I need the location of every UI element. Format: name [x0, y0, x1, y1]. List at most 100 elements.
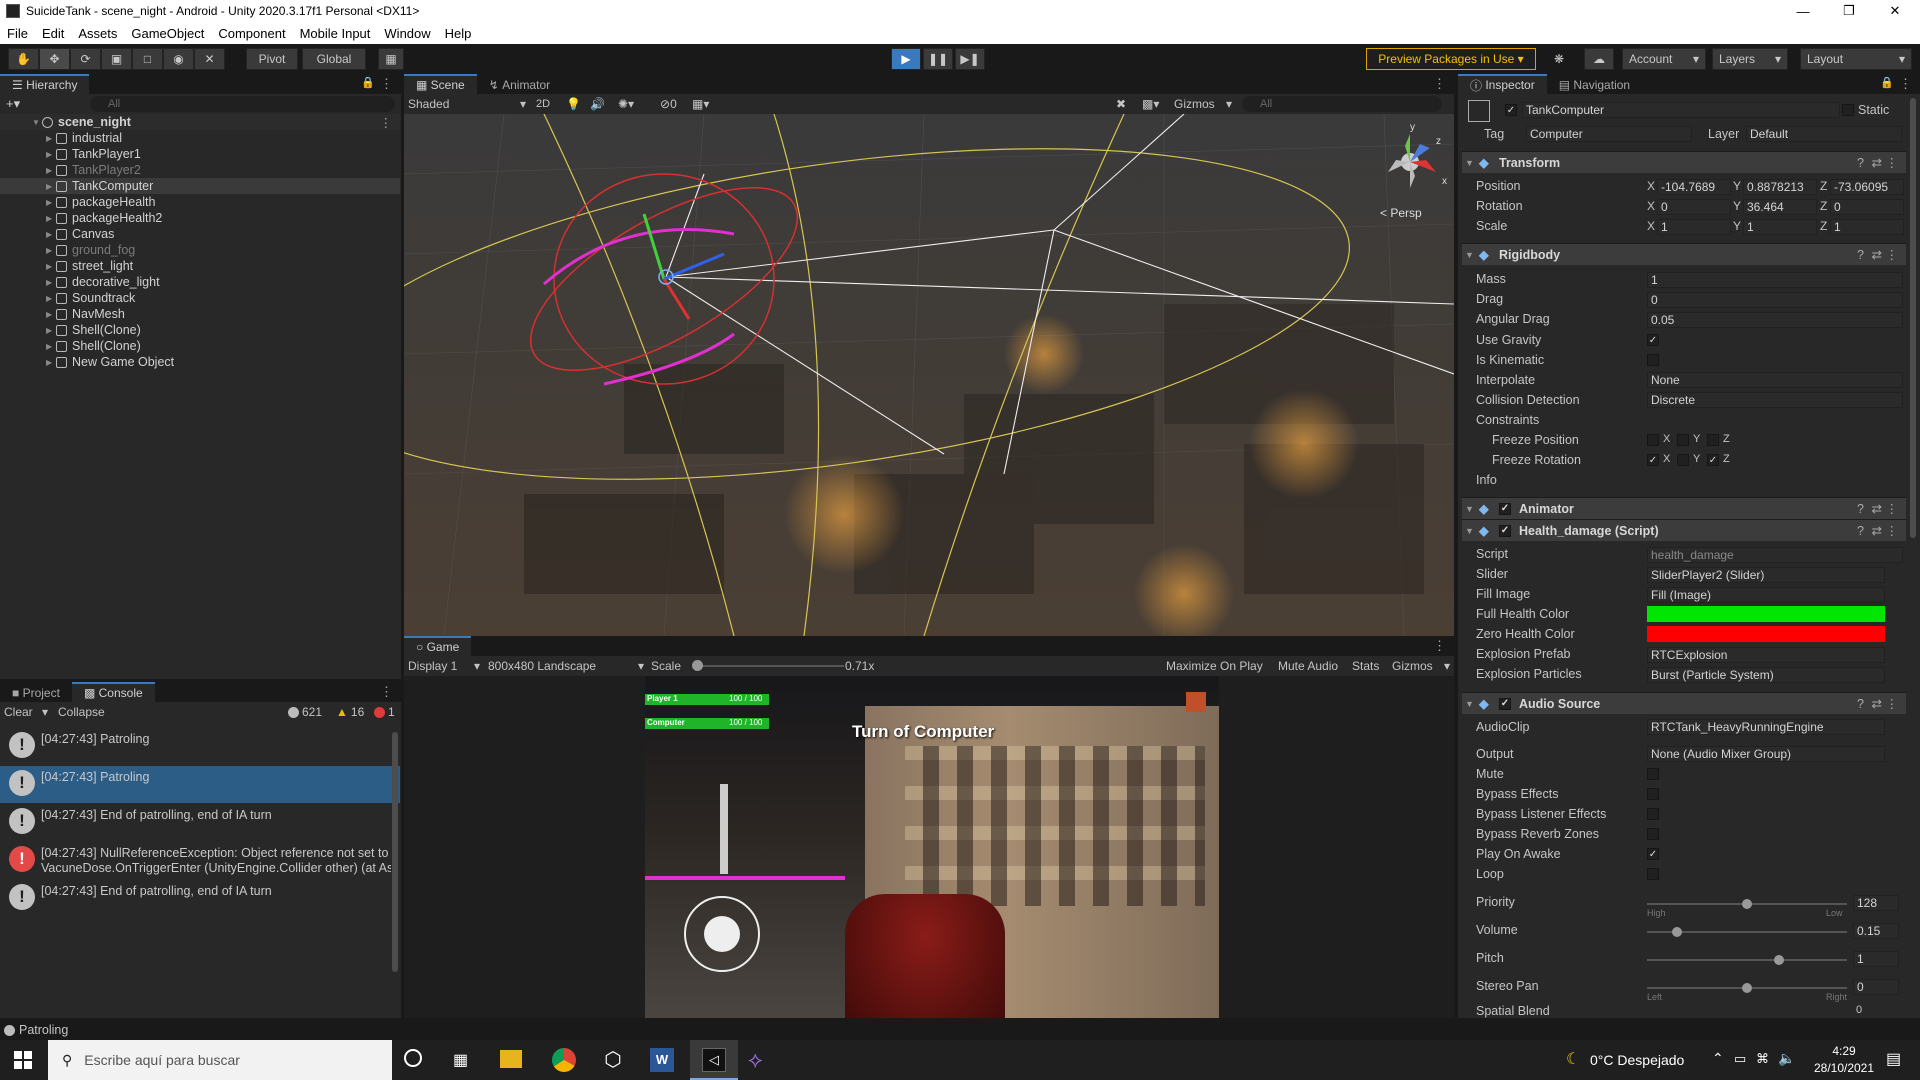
- display-dropdown[interactable]: Display 1 ▾: [408, 659, 480, 673]
- drag-field[interactable]: 0: [1647, 292, 1903, 308]
- visual-studio-icon[interactable]: ⟡: [748, 1048, 772, 1072]
- audio-source-header[interactable]: ▼ ◆ ✓ Audio Source? ⇄ ⋮: [1462, 692, 1906, 714]
- kebab-menu-icon[interactable]: ⋮: [1886, 501, 1899, 516]
- kebab-menu-icon[interactable]: ⋮: [1886, 523, 1899, 538]
- foldout-arrow-icon[interactable]: ▼: [1465, 699, 1479, 709]
- console-log-row[interactable]: ! [04:27:43] NullReferenceException: Obje…: [0, 842, 400, 879]
- rect-tool-button[interactable]: □: [132, 48, 163, 70]
- menu-item[interactable]: Window: [377, 26, 437, 41]
- hierarchy-item[interactable]: ▶ Soundtrack: [0, 290, 400, 306]
- expand-arrow-icon[interactable]: ▶: [46, 214, 56, 223]
- freeze-rotation-x-checkbox[interactable]: ✓: [1647, 454, 1659, 466]
- hierarchy-item[interactable]: ▶ industrial: [0, 130, 400, 146]
- foldout-arrow-icon[interactable]: ▼: [1465, 504, 1479, 514]
- kebab-menu-icon[interactable]: ⋮: [380, 684, 393, 700]
- kebab-menu-icon[interactable]: ⋮: [1886, 155, 1899, 170]
- brz-checkbox[interactable]: [1647, 828, 1659, 840]
- console-log-row[interactable]: ! [04:27:43] Patroling: [0, 728, 400, 765]
- tab-hierarchy[interactable]: ☰ Hierarchy: [0, 74, 90, 94]
- explosion-particles-field[interactable]: Burst (Particle System): [1647, 667, 1885, 683]
- transform-tool-button[interactable]: ◉: [163, 48, 194, 70]
- account-dropdown[interactable]: Account ▾: [1622, 48, 1706, 70]
- console-scrollbar[interactable]: [392, 732, 398, 972]
- tab-game[interactable]: ○ Game: [404, 636, 472, 656]
- hierarchy-item[interactable]: ▶ TankPlayer2: [0, 162, 400, 178]
- interpolate-dropdown[interactable]: None: [1647, 372, 1903, 388]
- scene-viewport[interactable]: [404, 114, 1454, 636]
- clear-options-icon[interactable]: ▾: [42, 705, 48, 719]
- collapse-toggle[interactable]: Collapse: [58, 705, 105, 719]
- help-icon[interactable]: ?: [1857, 697, 1864, 711]
- scale-slider[interactable]: [692, 660, 844, 671]
- expand-arrow-icon[interactable]: ▶: [46, 166, 56, 175]
- tab-console[interactable]: ▩ Console: [71, 682, 155, 702]
- hierarchy-item[interactable]: ▶ TankComputer: [0, 178, 400, 194]
- tab-scene[interactable]: ▦ Scene: [404, 74, 477, 94]
- object-name-field[interactable]: TankComputer: [1522, 102, 1840, 118]
- fill-image-field[interactable]: Fill (Image): [1647, 587, 1885, 603]
- joystick-knob[interactable]: [704, 916, 740, 952]
- animator-header[interactable]: ▼ ◆ ✓ Animator? ⇄ ⋮: [1462, 497, 1906, 519]
- collision-detection-dropdown[interactable]: Discrete: [1647, 392, 1903, 408]
- lock-icon[interactable]: 🔒: [1880, 76, 1894, 89]
- menu-item[interactable]: GameObject: [124, 26, 211, 41]
- shading-dropdown[interactable]: Shaded ▾: [408, 97, 526, 111]
- pause-button[interactable]: ❚❚: [923, 48, 953, 70]
- battery-icon[interactable]: ▭: [1734, 1051, 1746, 1067]
- kebab-menu-icon[interactable]: ⋮: [380, 115, 393, 130]
- transform-z-field[interactable]: 1: [1830, 219, 1904, 235]
- global-toggle[interactable]: Global: [302, 48, 366, 70]
- hierarchy-item[interactable]: ▶ Canvas: [0, 226, 400, 242]
- hierarchy-item[interactable]: ▶ packageHealth: [0, 194, 400, 210]
- play-button[interactable]: ▶: [891, 48, 921, 70]
- layers-dropdown[interactable]: Layers ▾: [1712, 48, 1788, 70]
- freeze-position-y-checkbox[interactable]: [1677, 434, 1689, 446]
- hand-tool-button[interactable]: ✋: [8, 48, 39, 70]
- blfx-checkbox[interactable]: [1647, 808, 1659, 820]
- layer-dropdown[interactable]: Default: [1746, 126, 1902, 142]
- transform-header[interactable]: ▼ ◆ Transform? ⇄ ⋮: [1462, 151, 1906, 173]
- grid-snap-button[interactable]: ▦: [378, 48, 404, 70]
- menu-item[interactable]: Assets: [71, 26, 124, 41]
- pause-hud-button[interactable]: [1186, 692, 1206, 712]
- hierarchy-item[interactable]: ▶ packageHealth2: [0, 210, 400, 226]
- menu-item[interactable]: File: [0, 26, 35, 41]
- hierarchy-item[interactable]: ▶ decorative_light: [0, 274, 400, 290]
- file-explorer-icon[interactable]: [500, 1050, 522, 1068]
- expand-arrow-icon[interactable]: ▶: [46, 230, 56, 239]
- expand-arrow-icon[interactable]: ▶: [46, 182, 56, 191]
- console-log-row[interactable]: ! [04:27:43] End of patrolling, end of IA…: [0, 804, 400, 841]
- unity-hub-icon[interactable]: ⬡: [601, 1048, 625, 1072]
- clear-button[interactable]: Clear: [4, 705, 33, 719]
- vol-slider-thumb[interactable]: [1672, 927, 1682, 937]
- expand-arrow-icon[interactable]: ▶: [46, 326, 56, 335]
- expand-arrow-icon[interactable]: ▶: [46, 198, 56, 207]
- orientation-gizmo[interactable]: y z x: [1370, 120, 1450, 210]
- mass-field[interactable]: 1: [1647, 272, 1903, 288]
- cortana-icon[interactable]: [404, 1049, 422, 1067]
- joystick[interactable]: [684, 896, 760, 972]
- transform-x-field[interactable]: 0: [1657, 199, 1731, 215]
- foldout-arrow-icon[interactable]: ▼: [1465, 250, 1479, 260]
- hierarchy-item[interactable]: ▶ street_light: [0, 258, 400, 274]
- use-gravity-checkbox[interactable]: ✓: [1647, 334, 1659, 346]
- info-count[interactable]: 621: [288, 705, 322, 719]
- tab-navigation[interactable]: ▤ Navigation: [1546, 74, 1643, 94]
- expand-arrow-icon[interactable]: ▶: [46, 342, 56, 351]
- maximize-button[interactable]: ❐: [1826, 0, 1872, 22]
- preset-icon[interactable]: ⇄: [1872, 501, 1882, 516]
- unity-editor-taskbar-button[interactable]: ◁: [690, 1040, 738, 1080]
- health-damage-header[interactable]: ▼ ◆ ✓ Health_damage (Script)? ⇄ ⋮: [1462, 519, 1906, 541]
- grid-icon[interactable]: ▦▾: [692, 97, 709, 111]
- effects-icon[interactable]: ✺▾: [618, 97, 634, 111]
- preset-icon[interactable]: ⇄: [1872, 247, 1882, 262]
- audio-icon[interactable]: 🔊: [590, 97, 605, 111]
- close-button[interactable]: ✕: [1872, 0, 1918, 22]
- rotate-tool-button[interactable]: ⟳: [70, 48, 101, 70]
- hierarchy-item[interactable]: ▶ ground_fog: [0, 242, 400, 258]
- console-log-row[interactable]: ! [04:27:43] Patroling: [0, 766, 400, 803]
- menu-item[interactable]: Component: [211, 26, 292, 41]
- foldout-arrow-icon[interactable]: ▼: [1465, 158, 1479, 168]
- word-icon[interactable]: W: [650, 1048, 674, 1072]
- expand-arrow-icon[interactable]: ▶: [46, 134, 56, 143]
